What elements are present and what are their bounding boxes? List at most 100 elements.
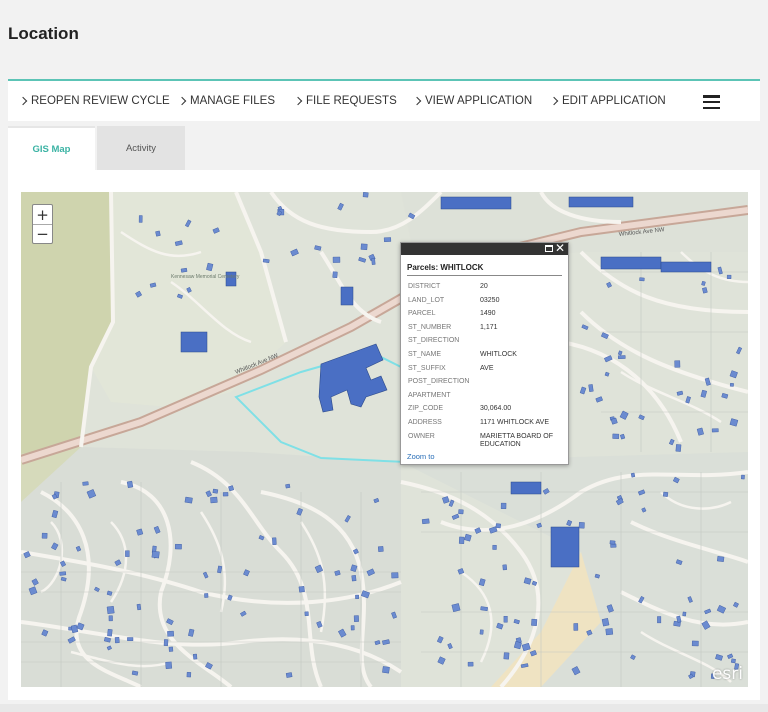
house xyxy=(741,474,745,480)
house xyxy=(421,518,430,525)
popup-header: ✕ xyxy=(401,241,568,255)
hamburger-icon[interactable] xyxy=(703,95,720,109)
house xyxy=(500,502,507,509)
house xyxy=(165,661,173,669)
house xyxy=(106,605,115,614)
attribute-key: ZIP_CODE xyxy=(408,405,444,413)
manage-files-link[interactable]: MANAGE FILES xyxy=(177,95,275,107)
zoom-in-button[interactable]: + xyxy=(33,205,52,224)
tab-bar: GIS Map Activity xyxy=(8,126,185,170)
house xyxy=(467,661,474,667)
house xyxy=(604,371,610,377)
attribute-key: PARCEL xyxy=(408,310,436,318)
house xyxy=(579,386,587,395)
house xyxy=(691,640,699,647)
house xyxy=(304,611,309,617)
edit-application-link[interactable]: EDIT APPLICATION xyxy=(549,95,666,107)
house xyxy=(437,656,446,665)
attribute-table: DISTRICT 20 LAND_LOT 03250 PARCEL 1490 ST_N… xyxy=(401,283,568,449)
house xyxy=(272,537,277,546)
attribute-value: 03250 xyxy=(480,296,500,304)
esri-logo: esri xyxy=(711,664,743,684)
house xyxy=(163,639,169,647)
attribute-key: DISTRICT xyxy=(408,283,441,290)
house xyxy=(639,277,645,282)
house xyxy=(729,418,739,427)
attribute-key: LAND_LOT xyxy=(408,296,445,304)
chevron-right-icon xyxy=(18,96,28,106)
house xyxy=(210,496,218,504)
house xyxy=(726,274,732,279)
attribute-row: APARTMENT xyxy=(408,392,568,406)
house xyxy=(362,192,369,198)
house xyxy=(662,491,669,497)
house xyxy=(125,550,130,557)
zoom-control: + − xyxy=(32,204,53,244)
house xyxy=(702,287,708,294)
house xyxy=(601,618,610,627)
attribute-row: ST_NAME WHITLOCK xyxy=(408,351,568,365)
residential-area xyxy=(21,447,401,687)
house xyxy=(619,433,626,440)
house xyxy=(531,618,538,626)
page-title: Location xyxy=(8,24,79,43)
attribute-key: ST_DIRECTION xyxy=(408,337,460,345)
house xyxy=(638,414,645,421)
house xyxy=(337,202,344,211)
house xyxy=(451,603,461,613)
house xyxy=(480,606,488,612)
file-requests-label: FILE REQUESTS xyxy=(306,95,397,107)
attribute-row: ST_NUMBER 1,171 xyxy=(408,324,568,338)
close-icon[interactable]: ✕ xyxy=(555,241,565,255)
house xyxy=(630,472,636,478)
house xyxy=(192,653,198,660)
house xyxy=(108,615,113,622)
house xyxy=(180,267,188,273)
gis-map[interactable]: Whitlock Ave NW Whitlock Ave NW Kennesaw… xyxy=(21,192,748,687)
house xyxy=(204,593,209,598)
house xyxy=(578,522,585,529)
house xyxy=(126,480,134,489)
view-application-label: VIEW APPLICATION xyxy=(425,95,533,107)
house xyxy=(358,256,367,263)
action-bar: REOPEN REVIEW CYCLE MANAGE FILES FILE RE… xyxy=(8,79,760,121)
tab-gis-map[interactable]: GIS Map xyxy=(8,126,95,170)
attribute-key: APARTMENT xyxy=(408,391,451,399)
attribute-value xyxy=(480,392,564,406)
attribute-row: DISTRICT 20 xyxy=(408,283,568,297)
house xyxy=(657,616,662,624)
view-application-link[interactable]: VIEW APPLICATION xyxy=(412,95,533,107)
house xyxy=(114,637,120,644)
house xyxy=(674,360,681,368)
house xyxy=(736,346,743,355)
house xyxy=(711,428,719,433)
house xyxy=(581,324,589,330)
attribute-value: 30,064.00 xyxy=(480,405,512,413)
popup-title: Parcels: WHITLOCK xyxy=(407,263,562,276)
house xyxy=(353,615,359,622)
house xyxy=(127,637,134,641)
house xyxy=(447,643,453,650)
house xyxy=(730,658,736,664)
tab-activity[interactable]: Activity xyxy=(97,126,185,170)
attribute-value: MARIETTA BOARD OF EDUCATION xyxy=(480,432,553,448)
house xyxy=(285,672,293,678)
attribute-value: WHITLOCK xyxy=(480,350,517,358)
zoom-to-link[interactable]: Zoom to xyxy=(407,452,435,461)
house xyxy=(167,630,174,637)
house xyxy=(513,641,522,650)
zoom-out-button[interactable]: − xyxy=(33,224,52,243)
chevron-right-icon xyxy=(412,96,422,106)
house xyxy=(685,396,691,404)
house xyxy=(573,623,579,631)
file-requests-link[interactable]: FILE REQUESTS xyxy=(293,95,397,107)
maximize-icon[interactable] xyxy=(545,245,553,252)
house xyxy=(675,444,682,452)
house xyxy=(605,628,614,636)
attribute-key: OWNER xyxy=(408,432,435,440)
attribute-row: POST_DIRECTION xyxy=(408,378,568,392)
map-basemap[interactable]: Whitlock Ave NW Whitlock Ave NW Kennesaw… xyxy=(21,192,748,687)
house xyxy=(502,564,508,571)
house xyxy=(503,652,510,660)
reopen-review-cycle-link[interactable]: REOPEN REVIEW CYCLE xyxy=(18,95,170,107)
